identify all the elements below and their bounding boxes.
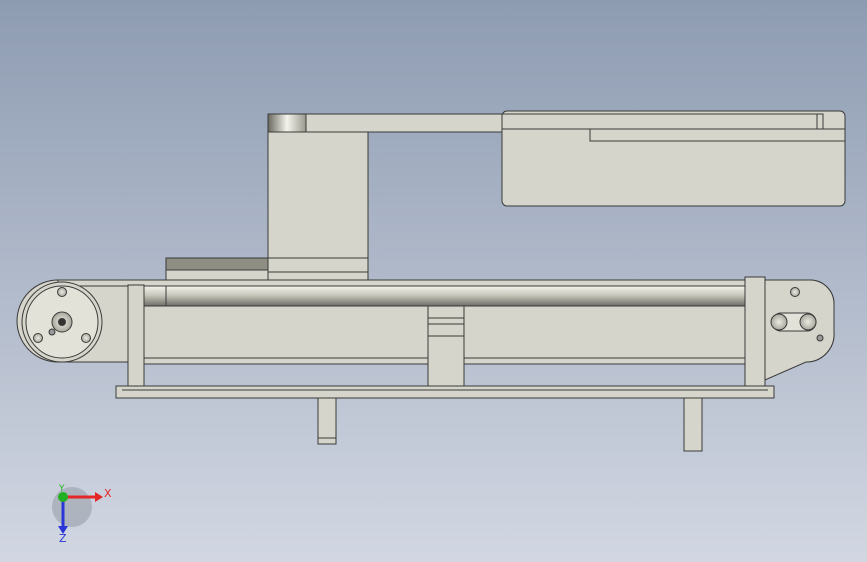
triad-x-label: X bbox=[104, 487, 112, 500]
guide-rod bbox=[142, 285, 754, 307]
arm-rail-bottom bbox=[589, 128, 846, 142]
triad-shadow bbox=[52, 487, 92, 527]
right-pulley-knob-end bbox=[799, 313, 817, 331]
center-support[interactable] bbox=[427, 305, 465, 389]
arm-rail-top bbox=[501, 113, 824, 130]
triad-y-label: Y bbox=[58, 484, 65, 494]
left-support-plate bbox=[127, 284, 145, 387]
belt-top-strip bbox=[57, 279, 764, 287]
cad-viewport[interactable]: X Y Z bbox=[0, 0, 867, 562]
right-pulley-knob-end bbox=[770, 313, 788, 331]
left-pulley-bore bbox=[58, 318, 66, 326]
pulley-screw bbox=[57, 287, 67, 297]
triad-z-label: Z bbox=[59, 532, 67, 545]
right-support-plate bbox=[744, 276, 766, 387]
arm-vertical-block bbox=[267, 131, 369, 263]
arm-end-cap bbox=[267, 113, 307, 133]
pulley-screw bbox=[33, 333, 43, 343]
base-foot-right bbox=[683, 397, 703, 452]
base-rail bbox=[115, 385, 775, 399]
base-foot-left bbox=[317, 397, 337, 445]
left-pulley[interactable] bbox=[21, 281, 103, 363]
arm-rail-end bbox=[816, 113, 824, 130]
right-pulley-small bbox=[816, 334, 824, 342]
pulley-screw bbox=[81, 333, 91, 343]
carriage-left-top bbox=[165, 257, 269, 271]
pulley-screw bbox=[48, 328, 56, 336]
right-pulley-screw bbox=[790, 287, 800, 297]
